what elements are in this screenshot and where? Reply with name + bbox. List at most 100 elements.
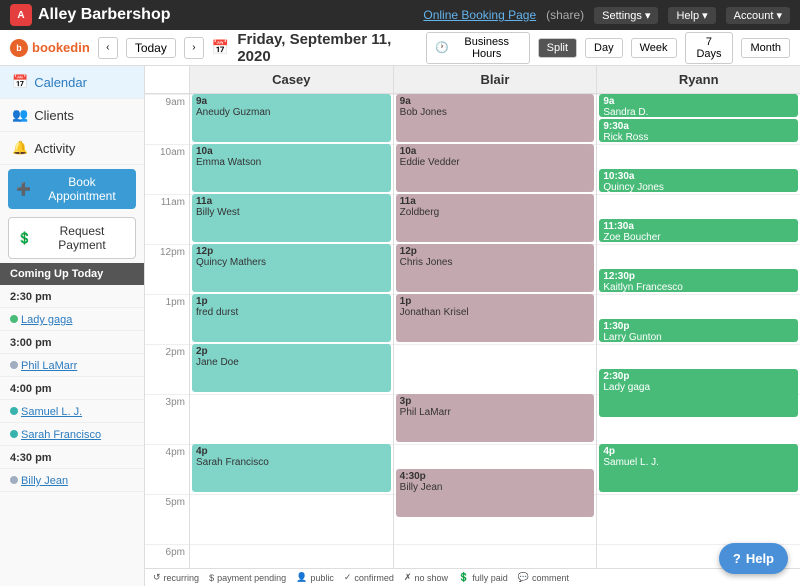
appointment[interactable]: 11aBilly West [192,194,391,242]
dollar-icon: 💲 [17,231,32,245]
appointment[interactable]: 10aEmma Watson [192,144,391,192]
sidebar: 📅 Calendar 👥 Clients 🔔 Activity ➕ Book A… [0,66,145,586]
appointment[interactable]: 9aBob Jones [396,94,595,142]
legend-item: $ payment pending [209,573,286,583]
legend-icon: ↺ [153,572,161,583]
time-label: 9am [145,94,189,144]
footer-legend: ↺ recurring$ payment pending👤 public✓ co… [145,568,800,586]
sidebar-item-clients[interactable]: 👥 Clients [0,99,144,132]
time-label: 1pm [145,294,189,344]
help-fab-label: Help [746,551,774,566]
hour-line [190,544,393,568]
appointment[interactable]: 1pJonathan Krisel [396,294,595,342]
appointment[interactable]: 9:30aRick Ross [599,119,798,142]
legend-item: 👤 public [296,572,334,583]
help-fab-button[interactable]: ? Help [719,543,788,574]
business-hours-button[interactable]: 🕐 Business Hours [426,32,530,64]
book-appointment-button[interactable]: ➕ Book Appointment [8,169,136,209]
appointment[interactable]: 10:30aQuincy Jones [599,169,798,192]
prev-arrow[interactable]: ‹ [98,37,118,59]
current-date: Friday, September 11, 2020 [237,31,410,65]
coming-up-name[interactable]: Samuel L. J. [0,400,144,423]
appointment[interactable]: 4pSarah Francisco [192,444,391,492]
staff-header: Casey Blair Ryann [145,66,800,94]
coming-up-name[interactable]: Phil LaMarr [0,354,144,377]
clients-icon: 👥 [12,107,28,123]
time-label: 3pm [145,394,189,444]
hour-line [394,344,597,394]
coming-up-name[interactable]: Sarah Francisco [0,423,144,446]
month-view-button[interactable]: Month [741,38,790,58]
appointment[interactable]: 9aSandra D. [599,94,798,117]
appointment[interactable]: 1:30pLarry Gunton [599,319,798,342]
time-gutter-header [145,66,190,93]
plus-icon: ➕ [16,182,31,196]
help-circle-icon: ? [733,551,741,566]
settings-button[interactable]: Settings ▾ [594,7,658,24]
hour-line [190,494,393,544]
appointment[interactable]: 1pfred durst [192,294,391,342]
legend-item: 💬 comment [518,572,569,583]
legend-icon: 💲 [458,572,469,583]
hour-line [190,394,393,444]
time-label: 10am [145,144,189,194]
staff-ryann: Ryann [597,66,800,93]
appointment[interactable]: 3pPhil LaMarr [396,394,595,442]
app-title: Alley Barbershop [38,6,170,24]
share-link[interactable]: (share) [546,8,584,22]
seven-day-button[interactable]: 7 Days [685,32,734,64]
next-arrow[interactable]: › [184,37,204,59]
help-button[interactable]: Help ▾ [668,7,715,24]
sidebar-item-activity[interactable]: 🔔 Activity [0,132,144,165]
week-view-button[interactable]: Week [631,38,677,58]
legend-item: ✗ no show [404,572,448,583]
online-booking-link[interactable]: Online Booking Page [423,8,536,22]
appointment[interactable]: 11aZoldberg [396,194,595,242]
sidebar-clients-label: Clients [34,108,74,123]
bookedin-label: bookedin [32,40,90,55]
time-label: 5pm [145,494,189,544]
appointment[interactable]: 11:30aZoe Boucher [599,219,798,242]
staff-columns: 9aAneudy Guzman10aEmma Watson11aBilly We… [190,94,800,568]
bookedin-icon: b [10,39,28,57]
account-button[interactable]: Account ▾ [726,7,790,24]
top-navigation: A Alley Barbershop Online Booking Page (… [0,0,800,30]
coming-up-time: 2:30 pm [0,285,144,308]
appointment[interactable]: 12:30pKaitlyn Francesco [599,269,798,292]
appointment[interactable]: 2pJane Doe [192,344,391,392]
coming-up-list: 2:30 pmLady gaga3:00 pmPhil LaMarr4:00 p… [0,285,144,492]
time-label: 2pm [145,344,189,394]
legend-icon: 👤 [296,572,307,583]
appointment[interactable]: 4:30pBilly Jean [396,469,595,517]
appointment[interactable]: 12pChris Jones [396,244,595,292]
appointment[interactable]: 2:30pLady gaga [599,369,798,417]
appointment[interactable]: 9aAneudy Guzman [192,94,391,142]
coming-up-name[interactable]: Lady gaga [0,308,144,331]
split-view-button[interactable]: Split [538,38,577,58]
legend-icon: 💬 [518,572,529,583]
time-label: 4pm [145,444,189,494]
coming-up-time: 4:30 pm [0,446,144,469]
request-payment-button[interactable]: 💲 Request Payment [8,217,136,259]
time-column: 9am10am11am12pm1pm2pm3pm4pm5pm6pm [145,94,190,568]
calendar-body[interactable]: 9am10am11am12pm1pm2pm3pm4pm5pm6pm 9aAneu… [145,94,800,568]
day-view-button[interactable]: Day [585,38,623,58]
appointment[interactable]: 4pSamuel L. J. [599,444,798,492]
sidebar-item-calendar[interactable]: 📅 Calendar [0,66,144,99]
today-button[interactable]: Today [126,38,176,58]
legend-item: ↺ recurring [153,572,199,583]
legend-icon: $ [209,573,214,583]
casey-column: 9aAneudy Guzman10aEmma Watson11aBilly We… [190,94,394,568]
staff-blair: Blair [394,66,598,93]
time-label: 6pm [145,544,189,568]
coming-up-name[interactable]: Billy Jean [0,469,144,492]
appointment[interactable]: 10aEddie Vedder [396,144,595,192]
legend-item: 💲 fully paid [458,572,508,583]
coming-up-time: 4:00 pm [0,377,144,400]
ryann-column: 9aSandra D.9:30aRick Ross 10:30aQuincy Jo… [597,94,800,568]
calendar-sidebar-icon: 📅 [12,74,28,90]
appointment[interactable]: 12pQuincy Mathers [192,244,391,292]
blair-column: 9aBob Jones10aEddie Vedder11aZoldberg12p… [394,94,598,568]
bookedin-logo: b bookedin [10,39,90,57]
staff-casey: Casey [190,66,394,93]
